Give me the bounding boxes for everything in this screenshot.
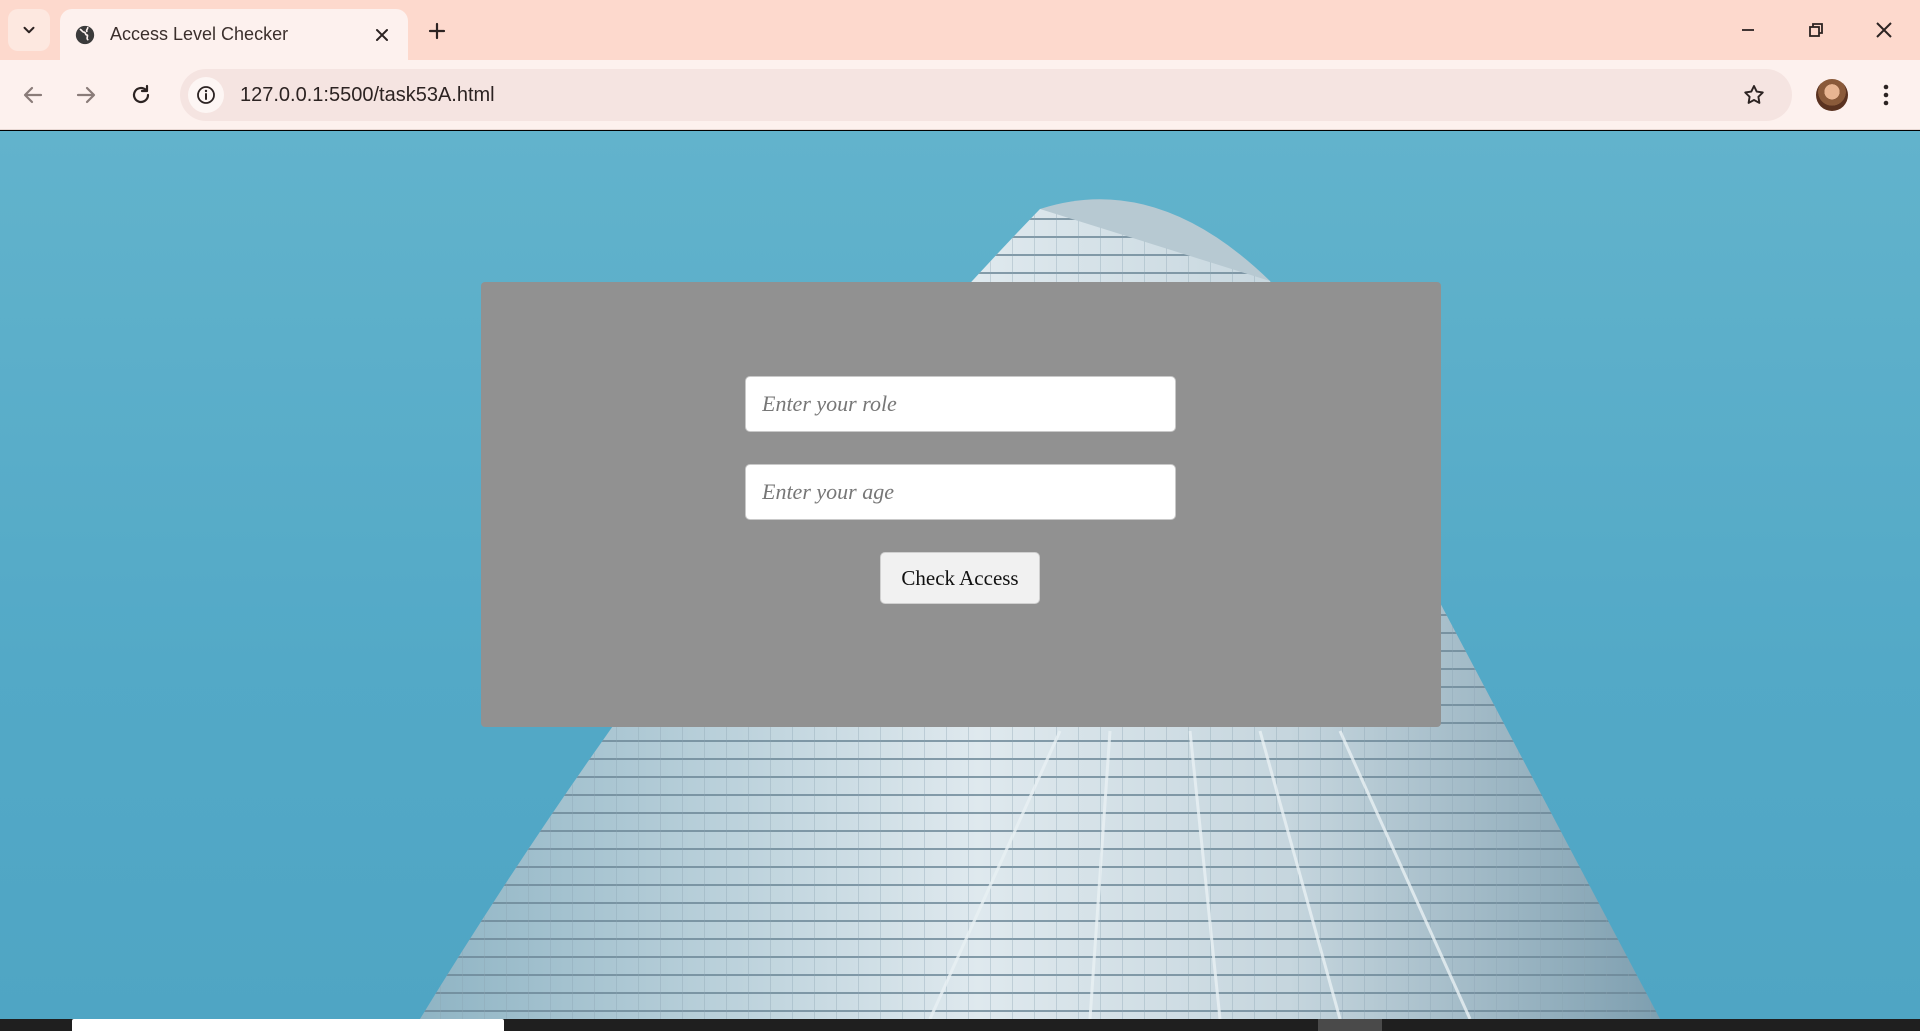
age-input[interactable]: [745, 464, 1176, 520]
forward-button[interactable]: [66, 75, 106, 115]
page-viewport: Check Access: [0, 131, 1920, 1019]
close-window-button[interactable]: [1854, 10, 1914, 50]
browser-toolbar: 127.0.0.1:5500/task53A.html: [0, 60, 1920, 130]
arrow-right-icon: [76, 86, 96, 104]
check-access-button[interactable]: Check Access: [880, 552, 1040, 604]
browser-menu-button[interactable]: [1870, 75, 1902, 115]
address-bar[interactable]: 127.0.0.1:5500/task53A.html: [180, 69, 1792, 121]
plus-icon: [428, 22, 446, 40]
profile-avatar[interactable]: [1816, 79, 1848, 111]
tab-title: Access Level Checker: [110, 24, 289, 44]
active-tab[interactable]: Access Level Checker: [60, 9, 408, 60]
close-icon: [376, 28, 388, 41]
close-icon: [1876, 22, 1892, 38]
site-info-button[interactable]: [188, 77, 224, 113]
globe-icon: [75, 25, 95, 44]
os-taskbar: [0, 1019, 1920, 1031]
info-icon: [197, 86, 215, 104]
star-icon: [1744, 85, 1764, 104]
restore-button[interactable]: [1786, 10, 1846, 50]
back-button[interactable]: [13, 75, 53, 115]
minimize-button[interactable]: [1718, 10, 1778, 50]
arrow-left-icon: [23, 86, 43, 104]
role-input[interactable]: [745, 376, 1176, 432]
kebab-menu-icon: [1883, 84, 1889, 106]
url-text[interactable]: 127.0.0.1:5500/task53A.html: [240, 84, 1734, 107]
reload-icon: [132, 84, 150, 104]
tab-search-button[interactable]: [8, 9, 50, 51]
taskbar-item[interactable]: [1318, 1019, 1382, 1031]
bookmark-button[interactable]: [1734, 75, 1774, 115]
minimize-icon: [1742, 29, 1754, 31]
taskbar-item[interactable]: [72, 1019, 504, 1031]
reload-button[interactable]: [121, 75, 161, 115]
access-form-card: Check Access: [481, 282, 1441, 727]
new-tab-button[interactable]: [420, 14, 454, 48]
chevron-down-icon: [23, 26, 35, 34]
restore-icon: [1809, 23, 1823, 37]
tab-strip: Access Level Checker: [0, 0, 1920, 60]
tab-close-button[interactable]: [370, 23, 394, 47]
